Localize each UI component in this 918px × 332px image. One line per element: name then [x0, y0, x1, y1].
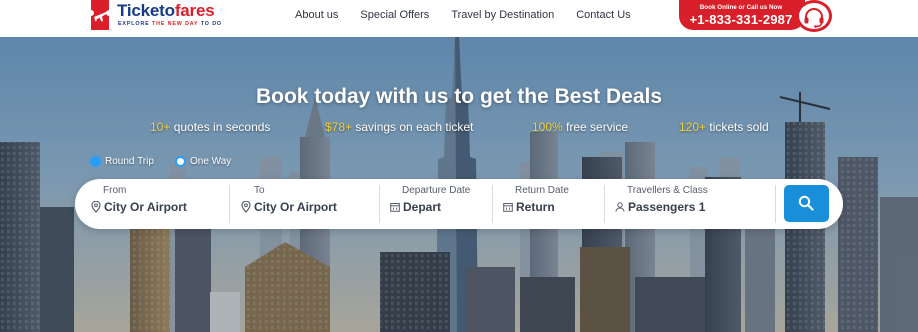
stat-tickets-sold: 120+ tickets sold	[679, 120, 769, 134]
to-label: To	[254, 185, 265, 196]
round-trip-radio[interactable]	[90, 156, 101, 167]
brand-tagline: EXPLORE THE NEW DAY TO DO	[118, 21, 222, 27]
round-trip-option[interactable]: Round Trip	[90, 156, 154, 167]
round-trip-label: Round Trip	[105, 156, 154, 167]
person-icon	[615, 202, 625, 212]
hero-section: Book today with us to get the Best Deals…	[0, 37, 918, 332]
phone-number: +1-833-331-2987	[689, 12, 793, 27]
location-pin-icon	[91, 201, 101, 213]
to-field[interactable]: To City Or Airport	[230, 185, 380, 223]
hero-headline: Book today with us to get the Best Deals	[255, 85, 663, 108]
site-header: Ticketofares EXPLORE THE NEW DAY TO DO A…	[0, 0, 918, 37]
brand-name: Ticketofares	[117, 1, 215, 20]
travellers-class-field[interactable]: Travellers & Class Passengers 1	[605, 185, 776, 223]
location-pin-icon	[241, 201, 251, 213]
departure-date-label: Departure Date	[402, 185, 471, 196]
return-date-field[interactable]: Return Date Return	[493, 185, 605, 223]
nav-contact-us[interactable]: Contact Us	[576, 9, 630, 21]
calendar-icon	[390, 203, 400, 212]
call-now-button[interactable]: Book Online or Call us Now +1-833-331-29…	[679, 0, 805, 30]
airplane-ticket-icon	[91, 0, 109, 30]
headset-badge[interactable]	[796, 0, 832, 32]
stat-quotes: 10+ quotes in seconds	[150, 120, 271, 134]
stat-savings: $78+ savings on each ticket	[325, 120, 474, 134]
return-date-value: Return	[516, 200, 555, 214]
from-field[interactable]: From City Or Airport	[89, 185, 230, 223]
search-icon	[798, 195, 814, 211]
one-way-label: One Way	[190, 156, 232, 167]
nav-travel-by-destination[interactable]: Travel by Destination	[451, 9, 554, 21]
one-way-radio[interactable]	[175, 156, 186, 167]
departure-date-field[interactable]: Departure Date Depart	[380, 185, 493, 223]
main-nav: About us Special Offers Travel by Destin…	[295, 0, 653, 30]
flight-search-form: From City Or Airport To City Or Airport …	[75, 179, 843, 229]
return-date-label: Return Date	[515, 185, 569, 196]
departure-date-value: Depart	[403, 200, 442, 214]
from-label: From	[103, 185, 127, 196]
stat-free-service: 100% free service	[532, 120, 629, 134]
search-button[interactable]	[784, 185, 829, 222]
headset-icon	[804, 8, 824, 28]
call-caption: Book Online or Call us Now	[699, 4, 783, 11]
site-logo[interactable]: Ticketofares EXPLORE THE NEW DAY TO DO	[86, 0, 236, 34]
nav-about-us[interactable]: About us	[295, 9, 338, 21]
travellers-class-value: Passengers 1	[628, 200, 706, 214]
one-way-option[interactable]: One Way	[175, 156, 231, 167]
from-value: City Or Airport	[104, 200, 187, 214]
nav-special-offers[interactable]: Special Offers	[360, 9, 429, 21]
calendar-icon	[503, 203, 513, 212]
to-value: City Or Airport	[254, 200, 337, 214]
travellers-class-label: Travellers & Class	[627, 185, 708, 196]
